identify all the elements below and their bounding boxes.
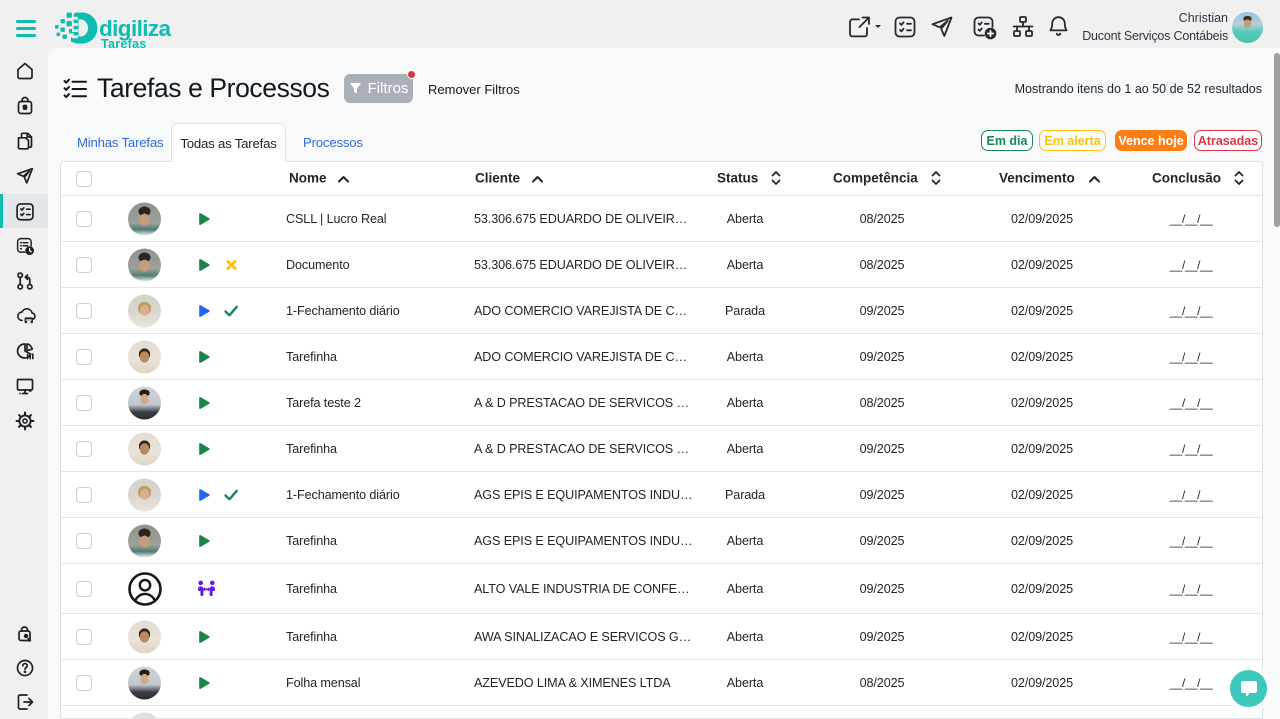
svg-text:Tarefas: Tarefas bbox=[101, 37, 147, 50]
